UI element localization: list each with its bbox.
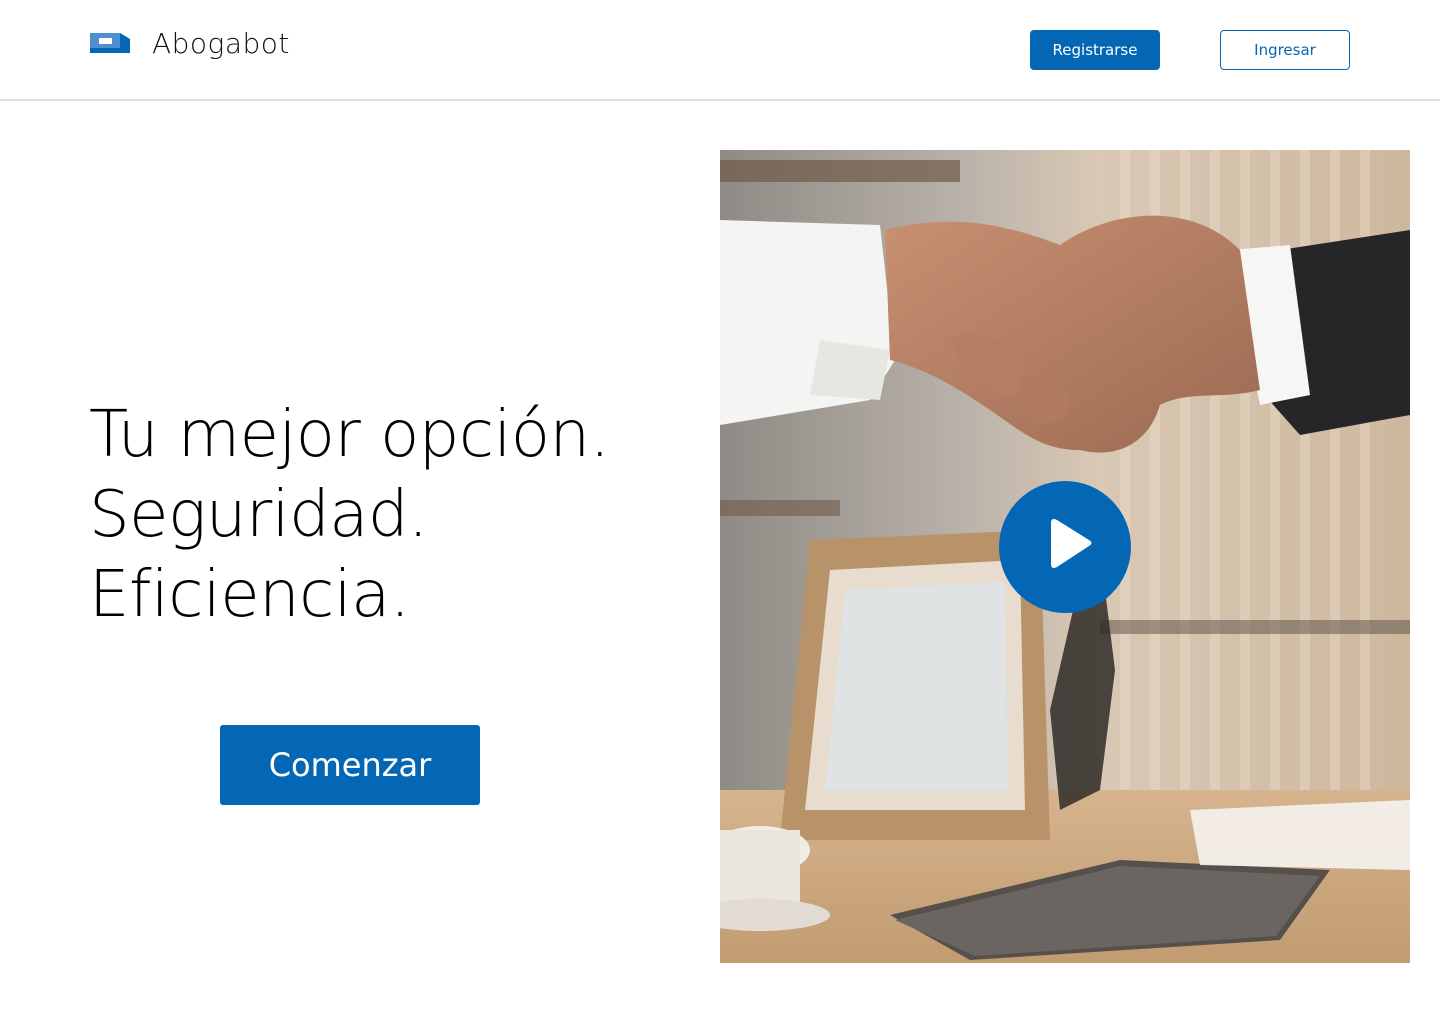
- headline-line: Eficiencia.: [89, 558, 410, 632]
- headline-line: Tu mejor opción.: [89, 398, 610, 472]
- logo-icon: [90, 33, 130, 53]
- brand-name: Abogabot: [152, 27, 290, 60]
- register-button[interactable]: Registrarse: [1030, 30, 1160, 70]
- headline-line: Seguridad.: [89, 478, 428, 552]
- video-player[interactable]: [720, 150, 1410, 963]
- top-nav: Abogabot Registrarse Ingresar: [0, 0, 1440, 101]
- play-button[interactable]: [999, 481, 1131, 613]
- play-icon: [1051, 519, 1092, 568]
- brand-logo[interactable]: Abogabot: [90, 27, 289, 60]
- hero-headline: Tu mejor opción. Seguridad. Eficiencia.: [89, 395, 689, 635]
- start-button[interactable]: Comenzar: [220, 725, 480, 805]
- login-button[interactable]: Ingresar: [1220, 30, 1350, 70]
